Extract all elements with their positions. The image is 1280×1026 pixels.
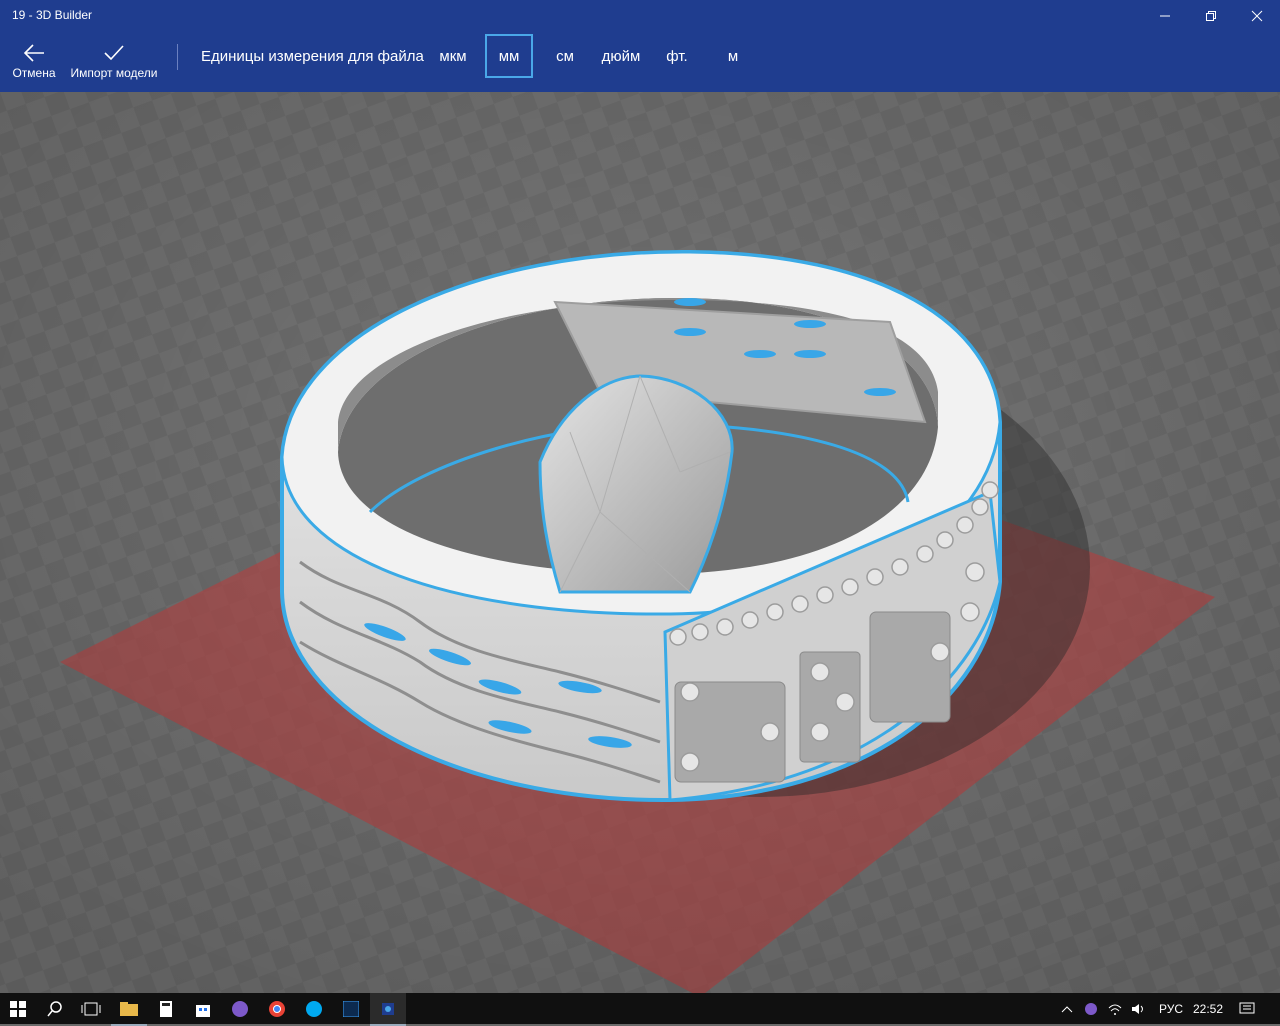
taskbar-app-calculator[interactable]: [148, 993, 184, 1024]
task-view-icon: [81, 1002, 101, 1015]
restore-button[interactable]: [1188, 0, 1234, 32]
unit-option-centimeter[interactable]: см: [548, 34, 582, 78]
search-icon: [47, 1000, 62, 1016]
3d-viewport[interactable]: W: [0, 92, 1280, 993]
restore-icon: [1206, 11, 1216, 21]
unit-option-micrometer[interactable]: мкм: [432, 34, 474, 78]
taskbar-app-skype[interactable]: [296, 993, 332, 1024]
taskbar: РУС 22:52: [0, 993, 1280, 1026]
wifi-icon: [1108, 1004, 1122, 1015]
notification-icon: [1239, 1002, 1255, 1013]
import-model-label: Импорт модели: [70, 66, 158, 80]
taskbar-search[interactable]: [38, 993, 72, 1024]
show-hidden-icons-button[interactable]: [1056, 993, 1078, 1024]
task-view-button[interactable]: [74, 993, 108, 1024]
cancel-button[interactable]: Отмена: [6, 32, 62, 92]
title-bar: 19 - 3D Builder: [0, 0, 1280, 32]
file-explorer-icon: [120, 1001, 138, 1016]
unit-option-foot[interactable]: фт.: [661, 34, 693, 78]
tray-clock[interactable]: 22:52: [1190, 993, 1226, 1024]
scene-canvas[interactable]: W: [0, 92, 1280, 993]
taskbar-app-chrome[interactable]: [259, 993, 295, 1024]
skype-icon: [306, 1000, 322, 1017]
volume-icon: [1132, 1003, 1143, 1014]
calculator-icon: [160, 1000, 172, 1017]
viber-icon: [232, 1000, 248, 1017]
viber-tray-icon: [1085, 1002, 1097, 1015]
photoshop-icon: [343, 1000, 359, 1017]
checkmark-icon: [104, 45, 124, 61]
unit-option-meter[interactable]: м: [720, 34, 746, 78]
close-button[interactable]: [1234, 0, 1280, 32]
chevron-up-icon: [1061, 1005, 1073, 1012]
chrome-icon: [269, 1000, 285, 1017]
taskbar-app-store[interactable]: [185, 993, 221, 1024]
minimize-button[interactable]: [1142, 0, 1188, 32]
close-icon: [1251, 10, 1263, 22]
tray-viber[interactable]: [1080, 993, 1102, 1024]
toolbar-divider: [177, 44, 178, 70]
store-icon: [196, 1004, 210, 1017]
action-center-button[interactable]: [1232, 993, 1262, 1024]
unit-option-inch[interactable]: дюйм: [595, 34, 647, 78]
cancel-label: Отмена: [12, 66, 56, 80]
ring-model[interactable]: [280, 249, 1002, 803]
start-icon: [10, 1000, 26, 1017]
window-title: 19 - 3D Builder: [12, 8, 93, 22]
taskbar-app-explorer[interactable]: [111, 993, 147, 1026]
tray-network[interactable]: [1104, 993, 1126, 1024]
unit-option-millimeter[interactable]: мм: [485, 34, 533, 78]
tray-language[interactable]: РУС: [1154, 993, 1188, 1024]
clock-time: 22:52: [1192, 1001, 1224, 1016]
import-model-button[interactable]: Импорт модели: [68, 32, 160, 92]
3d-builder-icon: [382, 1002, 394, 1015]
import-toolbar: Отмена Импорт модели Единицы измерения д…: [0, 32, 1280, 92]
taskbar-app-viber[interactable]: [222, 993, 258, 1024]
taskbar-app-photoshop[interactable]: [333, 993, 369, 1024]
minimize-icon: [1160, 15, 1170, 17]
language-indicator: РУС: [1158, 1001, 1184, 1016]
taskbar-app-3d-builder[interactable]: [370, 993, 406, 1026]
units-label: Единицы измерения для файла: [201, 48, 424, 65]
tray-volume[interactable]: [1128, 993, 1150, 1024]
back-arrow-icon: [23, 44, 44, 62]
start-button[interactable]: [0, 993, 36, 1024]
